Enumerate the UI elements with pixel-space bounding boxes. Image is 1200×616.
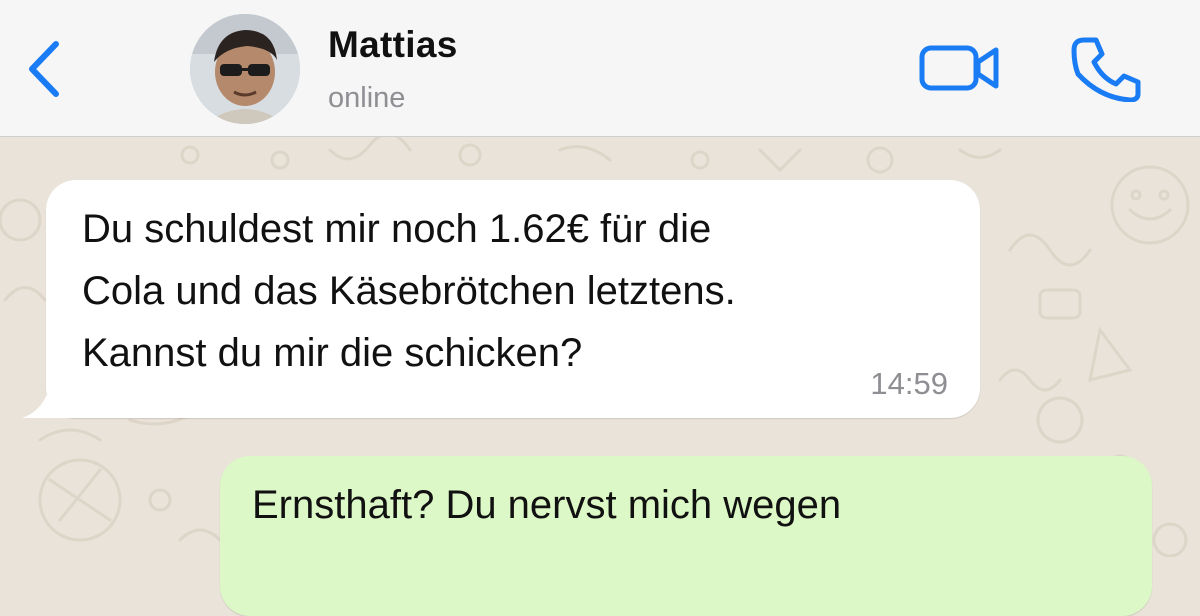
contact-status: online <box>328 82 406 114</box>
voice-call-button[interactable] <box>1070 34 1142 103</box>
incoming-message-bubble[interactable]: Du schuldest mir noch 1.62€ für die Cola… <box>22 180 980 418</box>
message-timestamp: 14:59 <box>870 366 948 401</box>
chevron-left-icon <box>29 41 59 97</box>
phone-icon <box>1071 37 1141 103</box>
video-call-button[interactable] <box>918 38 1002 98</box>
message-text-line: Kannst du mir die schicken? <box>82 331 583 375</box>
video-camera-icon <box>919 45 999 91</box>
avatar[interactable] <box>190 14 300 124</box>
message-text-line: Cola und das Käsebrötchen letztens. <box>82 269 736 313</box>
avatar-photo <box>190 14 300 124</box>
message-text-line: Ernsthaft? Du nervst mich wegen <box>252 483 842 527</box>
chat-header: Mattias online <box>0 0 1200 137</box>
back-button[interactable] <box>22 38 68 100</box>
contact-name[interactable]: Mattias <box>328 24 458 66</box>
outgoing-message-bubble[interactable]: Ernsthaft? Du nervst mich wegen <box>220 456 1152 616</box>
bubble-tail <box>22 378 74 418</box>
message-text-line: Du schuldest mir noch 1.62€ für die <box>82 207 712 251</box>
